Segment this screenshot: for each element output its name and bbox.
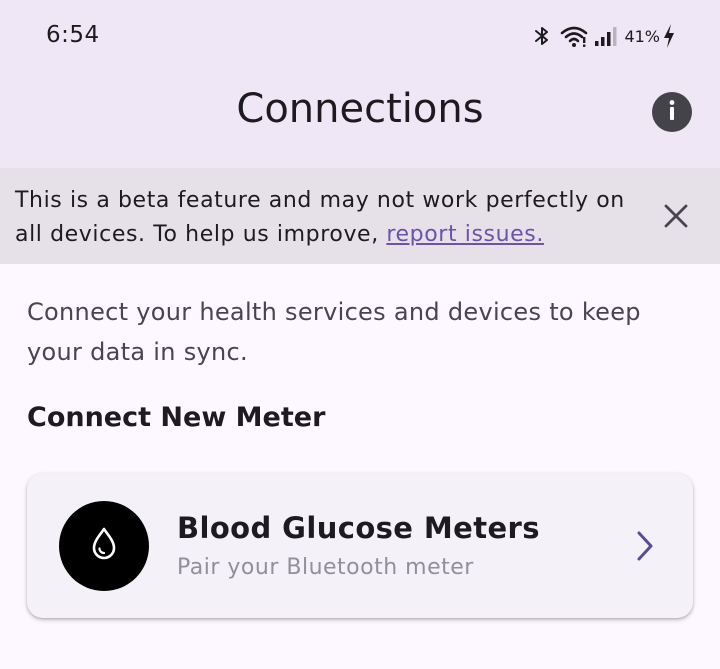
meter-card-subtitle: Pair your Bluetooth meter bbox=[177, 555, 474, 580]
status-bar: 6:54 41% bbox=[0, 0, 720, 72]
signal-icon bbox=[594, 24, 618, 48]
info-icon bbox=[652, 90, 692, 134]
blood-glucose-meters-card[interactable]: Blood Glucose Meters Pair your Bluetooth… bbox=[27, 473, 693, 618]
report-issues-link[interactable]: report issues. bbox=[386, 222, 544, 247]
battery-charging-icon bbox=[662, 23, 676, 49]
chevron-right-icon bbox=[631, 529, 659, 563]
wifi-icon bbox=[560, 24, 588, 48]
beta-banner: This is a beta feature and may not work … bbox=[0, 168, 720, 264]
top-area: 6:54 41% Connections bbox=[0, 0, 720, 168]
app-bar: Connections bbox=[0, 72, 720, 168]
beta-banner-text: This is a beta feature and may not work … bbox=[15, 184, 635, 252]
close-icon bbox=[663, 203, 689, 233]
bluetooth-icon bbox=[532, 24, 552, 48]
intro-text: Connect your health services and devices… bbox=[27, 298, 641, 366]
close-banner-button[interactable] bbox=[654, 196, 698, 240]
meter-avatar bbox=[59, 501, 149, 591]
battery-percent: 41% bbox=[624, 26, 660, 46]
meter-card-title: Blood Glucose Meters bbox=[177, 511, 540, 545]
info-button[interactable] bbox=[652, 92, 692, 132]
page-title: Connections bbox=[236, 86, 484, 132]
blood-drop-icon bbox=[89, 526, 119, 566]
status-time: 6:54 bbox=[46, 22, 100, 48]
section-heading: Connect New Meter bbox=[27, 402, 326, 433]
status-icons: 41% bbox=[532, 22, 676, 50]
